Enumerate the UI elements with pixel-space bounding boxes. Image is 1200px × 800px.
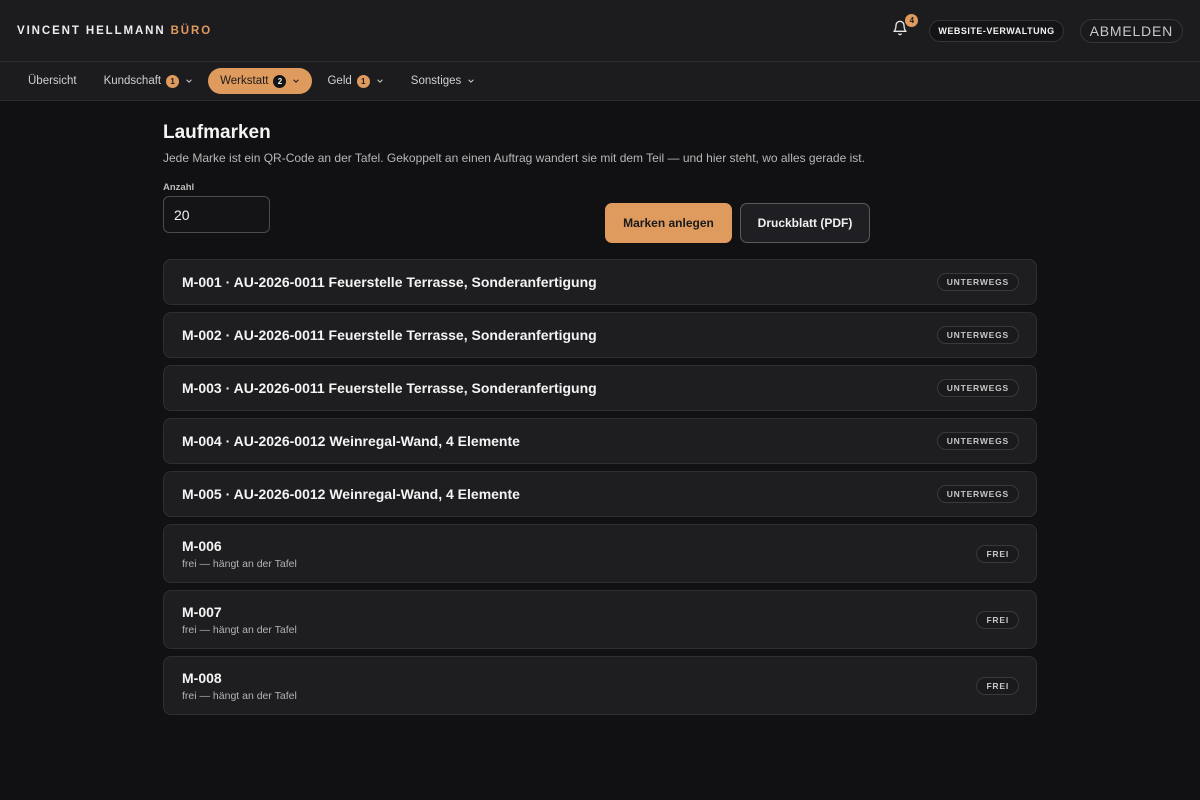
status-badge: FREI	[976, 544, 1019, 563]
nav-item-uebersicht[interactable]: Übersicht	[16, 68, 89, 94]
website-management-button[interactable]: WEBSITE-VERWALTUNG	[929, 19, 1064, 42]
item-subtitle: frei — hängt an der Tafel	[182, 689, 297, 702]
list-item[interactable]: M-002 · AU-2026-0011 Feuerstelle Terrass…	[163, 312, 1037, 358]
list-item[interactable]: M-004 · AU-2026-0012 Weinregal-Wand, 4 E…	[163, 418, 1037, 464]
list-item[interactable]: M-007 frei — hängt an der Tafel FREI	[163, 590, 1037, 649]
chevron-down-icon	[467, 77, 475, 85]
item-title: M-001 · AU-2026-0011 Feuerstelle Terrass…	[182, 274, 597, 290]
list-item[interactable]: M-006 frei — hängt an der Tafel FREI	[163, 524, 1037, 583]
notification-count-badge: 4	[905, 13, 919, 27]
item-title: M-006	[182, 537, 222, 554]
create-marks-button[interactable]: Marken anlegen	[605, 203, 732, 243]
brand-name: VINCENT HELLMANN	[17, 24, 166, 37]
mark-controls: Anzahl Marken anlegen Druckblatt (PDF)	[163, 182, 1037, 254]
status-badge: FREI	[976, 676, 1019, 695]
nav-item-sonstiges[interactable]: Sonstiges	[399, 68, 488, 94]
count-input[interactable]	[163, 196, 270, 233]
item-text: M-005 · AU-2026-0012 Weinregal-Wand, 4 E…	[182, 486, 937, 502]
status-badge: UNTERWEGS	[936, 273, 1019, 291]
item-text: M-004 · AU-2026-0012 Weinregal-Wand, 4 E…	[182, 433, 937, 449]
item-title: M-004 · AU-2026-0012 Weinregal-Wand, 4 E…	[182, 433, 520, 449]
nav-count-badge: 2	[273, 74, 287, 88]
nav-count-badge: 1	[166, 74, 180, 88]
item-text: M-007 frei — hängt an der Tafel	[182, 604, 976, 636]
nav-item-label: Kundschaft	[103, 75, 162, 87]
main-content: Laufmarken Jede Marke ist ein QR-Code an…	[163, 122, 1037, 722]
list-item[interactable]: M-003 · AU-2026-0011 Feuerstelle Terrass…	[163, 365, 1037, 411]
list-item[interactable]: M-008 frei — hängt an der Tafel FREI	[163, 656, 1037, 715]
item-subtitle: frei — hängt an der Tafel	[182, 623, 297, 636]
item-text: M-002 · AU-2026-0011 Feuerstelle Terrass…	[182, 327, 937, 343]
status-badge: UNTERWEGS	[936, 485, 1019, 503]
nav-item-label: Übersicht	[28, 75, 77, 87]
item-text: M-001 · AU-2026-0011 Feuerstelle Terrass…	[182, 274, 937, 290]
main-nav: Übersicht Kundschaft 1 Werkstatt 2 Geld …	[0, 62, 1200, 101]
item-title: M-003 · AU-2026-0011 Feuerstelle Terrass…	[182, 380, 597, 396]
list-item[interactable]: M-001 · AU-2026-0011 Feuerstelle Terrass…	[163, 259, 1037, 305]
nav-item-label: Werkstatt	[220, 75, 269, 87]
top-bar: VINCENT HELLMANN BÜRO 4 WEBSITE-VERWALTUN…	[0, 0, 1200, 62]
item-text: M-003 · AU-2026-0011 Feuerstelle Terrass…	[182, 380, 937, 396]
list-item[interactable]: M-005 · AU-2026-0012 Weinregal-Wand, 4 E…	[163, 471, 1037, 517]
logout-button[interactable]: ABMELDEN	[1079, 18, 1183, 43]
top-actions: 4 WEBSITE-VERWALTUNG ABMELDEN	[889, 13, 1183, 43]
page-subtitle: Jede Marke ist ein QR-Code an der Tafel.…	[163, 151, 865, 165]
item-subtitle: frei — hängt an der Tafel	[182, 557, 297, 570]
nav-item-kundschaft[interactable]: Kundschaft 1	[92, 68, 206, 94]
status-badge: UNTERWEGS	[936, 379, 1019, 397]
item-title: M-002 · AU-2026-0011 Feuerstelle Terrass…	[182, 327, 597, 343]
nav-item-label: Geld	[327, 75, 352, 87]
item-text: M-008 frei — hängt an der Tafel	[182, 670, 976, 702]
print-sheet-button[interactable]: Druckblatt (PDF)	[740, 203, 870, 243]
brand-logo[interactable]: VINCENT HELLMANN BÜRO	[17, 25, 212, 37]
brand-accent: BÜRO	[170, 24, 213, 37]
nav-item-geld[interactable]: Geld 1	[315, 68, 395, 94]
page-title: Laufmarken	[163, 122, 271, 143]
nav-count-badge: 1	[356, 74, 370, 88]
marks-list: M-001 · AU-2026-0011 Feuerstelle Terrass…	[163, 259, 1037, 715]
chevron-down-icon	[185, 77, 193, 85]
status-badge: FREI	[976, 610, 1019, 629]
status-badge: UNTERWEGS	[936, 326, 1019, 344]
item-title: M-005 · AU-2026-0012 Weinregal-Wand, 4 E…	[182, 486, 520, 502]
chevron-down-icon	[376, 77, 384, 85]
status-badge: UNTERWEGS	[936, 432, 1019, 450]
notifications-button[interactable]: 4	[889, 13, 919, 42]
nav-item-label: Sonstiges	[410, 75, 462, 87]
item-text: M-006 frei — hängt an der Tafel	[182, 538, 976, 570]
nav-item-werkstatt[interactable]: Werkstatt 2	[208, 68, 313, 94]
item-title: M-008	[182, 669, 222, 686]
chevron-down-icon	[292, 77, 300, 85]
item-title: M-007	[182, 603, 222, 620]
count-label: Anzahl	[163, 182, 195, 193]
